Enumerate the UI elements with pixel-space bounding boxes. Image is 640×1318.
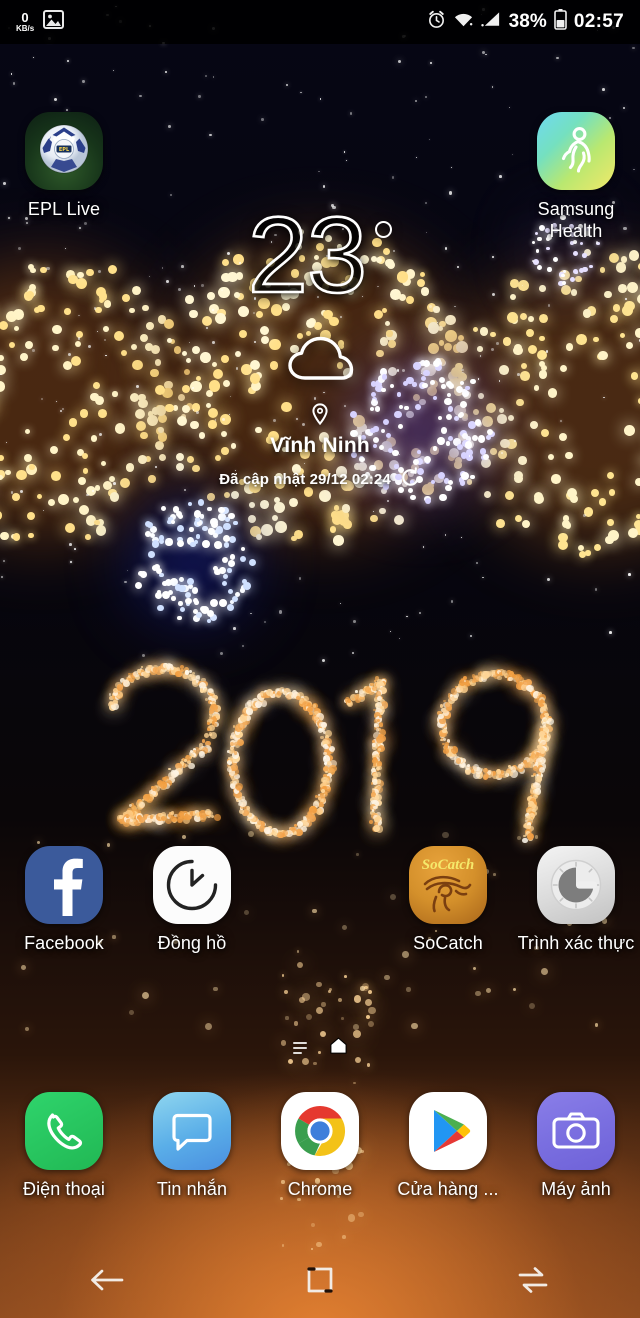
play-store-icon xyxy=(409,1092,487,1170)
battery-icon xyxy=(554,9,567,35)
network-speed-value: 0 xyxy=(21,10,29,25)
socatch-icon-box: SoCatch xyxy=(409,846,487,924)
navigation-bar xyxy=(0,1246,640,1318)
weather-updated-row[interactable]: Đã cập nhật 29/12 02:24 xyxy=(219,467,421,492)
authenticator-icon xyxy=(537,846,615,924)
recents-button[interactable] xyxy=(478,1246,588,1318)
app-icon-facebook[interactable]: Facebook xyxy=(0,846,128,955)
dock-item-may-anh[interactable]: Máy ảnh xyxy=(512,1092,640,1201)
app-label: Facebook xyxy=(24,933,104,953)
wifi-icon xyxy=(453,11,474,33)
phone-icon-box xyxy=(25,1092,103,1170)
signal-icon xyxy=(480,11,502,33)
home-app-row-top: EPL EPL Live Samsung Health xyxy=(0,112,640,242)
phone-icon xyxy=(25,1092,103,1170)
app-icon-dong-ho[interactable]: Đồng hồ xyxy=(128,846,256,955)
app-label: Trình xác thực xyxy=(517,933,635,953)
clock-icon xyxy=(153,846,231,924)
android-home-screen: 0 KB/s 38% 02:57 EPL EPL Live Samsung He… xyxy=(0,0,640,1318)
app-label: Chrome xyxy=(287,1179,353,1199)
chrome-icon xyxy=(281,1092,359,1170)
network-speed-indicator: 0 KB/s xyxy=(16,11,34,33)
home-square-icon xyxy=(305,1265,335,1300)
weather-location-name: Vĩnh Ninh xyxy=(270,434,370,458)
app-icon-samsung-health[interactable]: Samsung Health xyxy=(512,112,640,242)
status-bar-right: 38% 02:57 xyxy=(427,9,624,35)
app-label: Máy ảnh xyxy=(541,1179,611,1199)
weather-location-row: Vĩnh Ninh xyxy=(270,403,370,458)
weather-widget[interactable]: 23 Vĩnh Ninh Đã cập nhật 29/12 02:24 xyxy=(0,199,640,492)
svg-text:EPL: EPL xyxy=(59,147,70,153)
dock-item-chrome[interactable]: Chrome xyxy=(256,1092,384,1201)
eye-of-horus-icon: SoCatch xyxy=(409,846,487,924)
home-button[interactable] xyxy=(265,1246,375,1318)
running-figure-icon xyxy=(537,112,615,190)
alarm-icon xyxy=(427,10,446,34)
app-label: Samsung Health xyxy=(537,199,615,241)
facebook-icon xyxy=(25,846,103,924)
message-icon xyxy=(153,1092,231,1170)
status-bar[interactable]: 0 KB/s 38% 02:57 xyxy=(0,0,640,44)
authenticator-icon-box xyxy=(537,846,615,924)
dock: Điện thoại Tin nhắn Chrome Cửa hàng ... … xyxy=(0,1092,640,1201)
app-label: Tin nhắn xyxy=(156,1179,228,1199)
page-indicator[interactable] xyxy=(0,1036,640,1060)
network-speed-unit: KB/s xyxy=(16,24,35,33)
play-store-icon-box xyxy=(409,1092,487,1170)
app-label: Cửa hàng ... xyxy=(397,1179,499,1199)
back-button[interactable] xyxy=(52,1246,162,1318)
cloud-icon xyxy=(281,330,359,389)
facebook-icon-box xyxy=(25,846,103,924)
chrome-icon-box xyxy=(281,1092,359,1170)
app-label: Điện thoại xyxy=(22,1179,106,1199)
camera-icon xyxy=(537,1092,615,1170)
location-pin-icon xyxy=(312,403,328,430)
app-label: EPL Live xyxy=(27,199,101,219)
gallery-icon xyxy=(43,10,65,34)
dock-item-dien-thoai[interactable]: Điện thoại xyxy=(0,1092,128,1201)
refresh-icon[interactable] xyxy=(400,467,421,492)
back-arrow-icon xyxy=(88,1265,126,1300)
page-indicator-dash[interactable] xyxy=(292,1042,307,1054)
status-bar-left: 0 KB/s xyxy=(16,10,65,34)
status-bar-clock: 02:57 xyxy=(573,11,624,32)
samsung-health-icon-box xyxy=(537,112,615,190)
message-icon-box xyxy=(153,1092,231,1170)
recents-icon xyxy=(516,1266,550,1299)
app-icon-trinh-xac-thuc[interactable]: Trình xác thực xyxy=(512,846,640,955)
battery-percent-label: 38% xyxy=(508,11,547,32)
epl-live-icon-box: EPL xyxy=(25,112,103,190)
weather-updated-text: Đã cập nhật 29/12 02:24 xyxy=(219,471,391,489)
app-icon-socatch[interactable]: SoCatch SoCatch xyxy=(384,846,512,955)
soccer-ball-icon: EPL xyxy=(25,112,103,190)
clock-icon-box xyxy=(153,846,231,924)
camera-icon-box xyxy=(537,1092,615,1170)
app-label: SoCatch xyxy=(413,933,483,953)
home-icon[interactable] xyxy=(329,1036,348,1060)
app-icon-epl-live[interactable]: EPL EPL Live xyxy=(0,112,128,242)
dock-item-cua-hang[interactable]: Cửa hàng ... xyxy=(384,1092,512,1201)
svg-text:SoCatch: SoCatch xyxy=(422,857,475,873)
dock-item-tin-nhan[interactable]: Tin nhắn xyxy=(128,1092,256,1201)
app-label: Đồng hồ xyxy=(157,933,227,953)
home-app-row-middle: Facebook Đồng hồ SoCatch SoCatch Trình x… xyxy=(0,846,640,955)
